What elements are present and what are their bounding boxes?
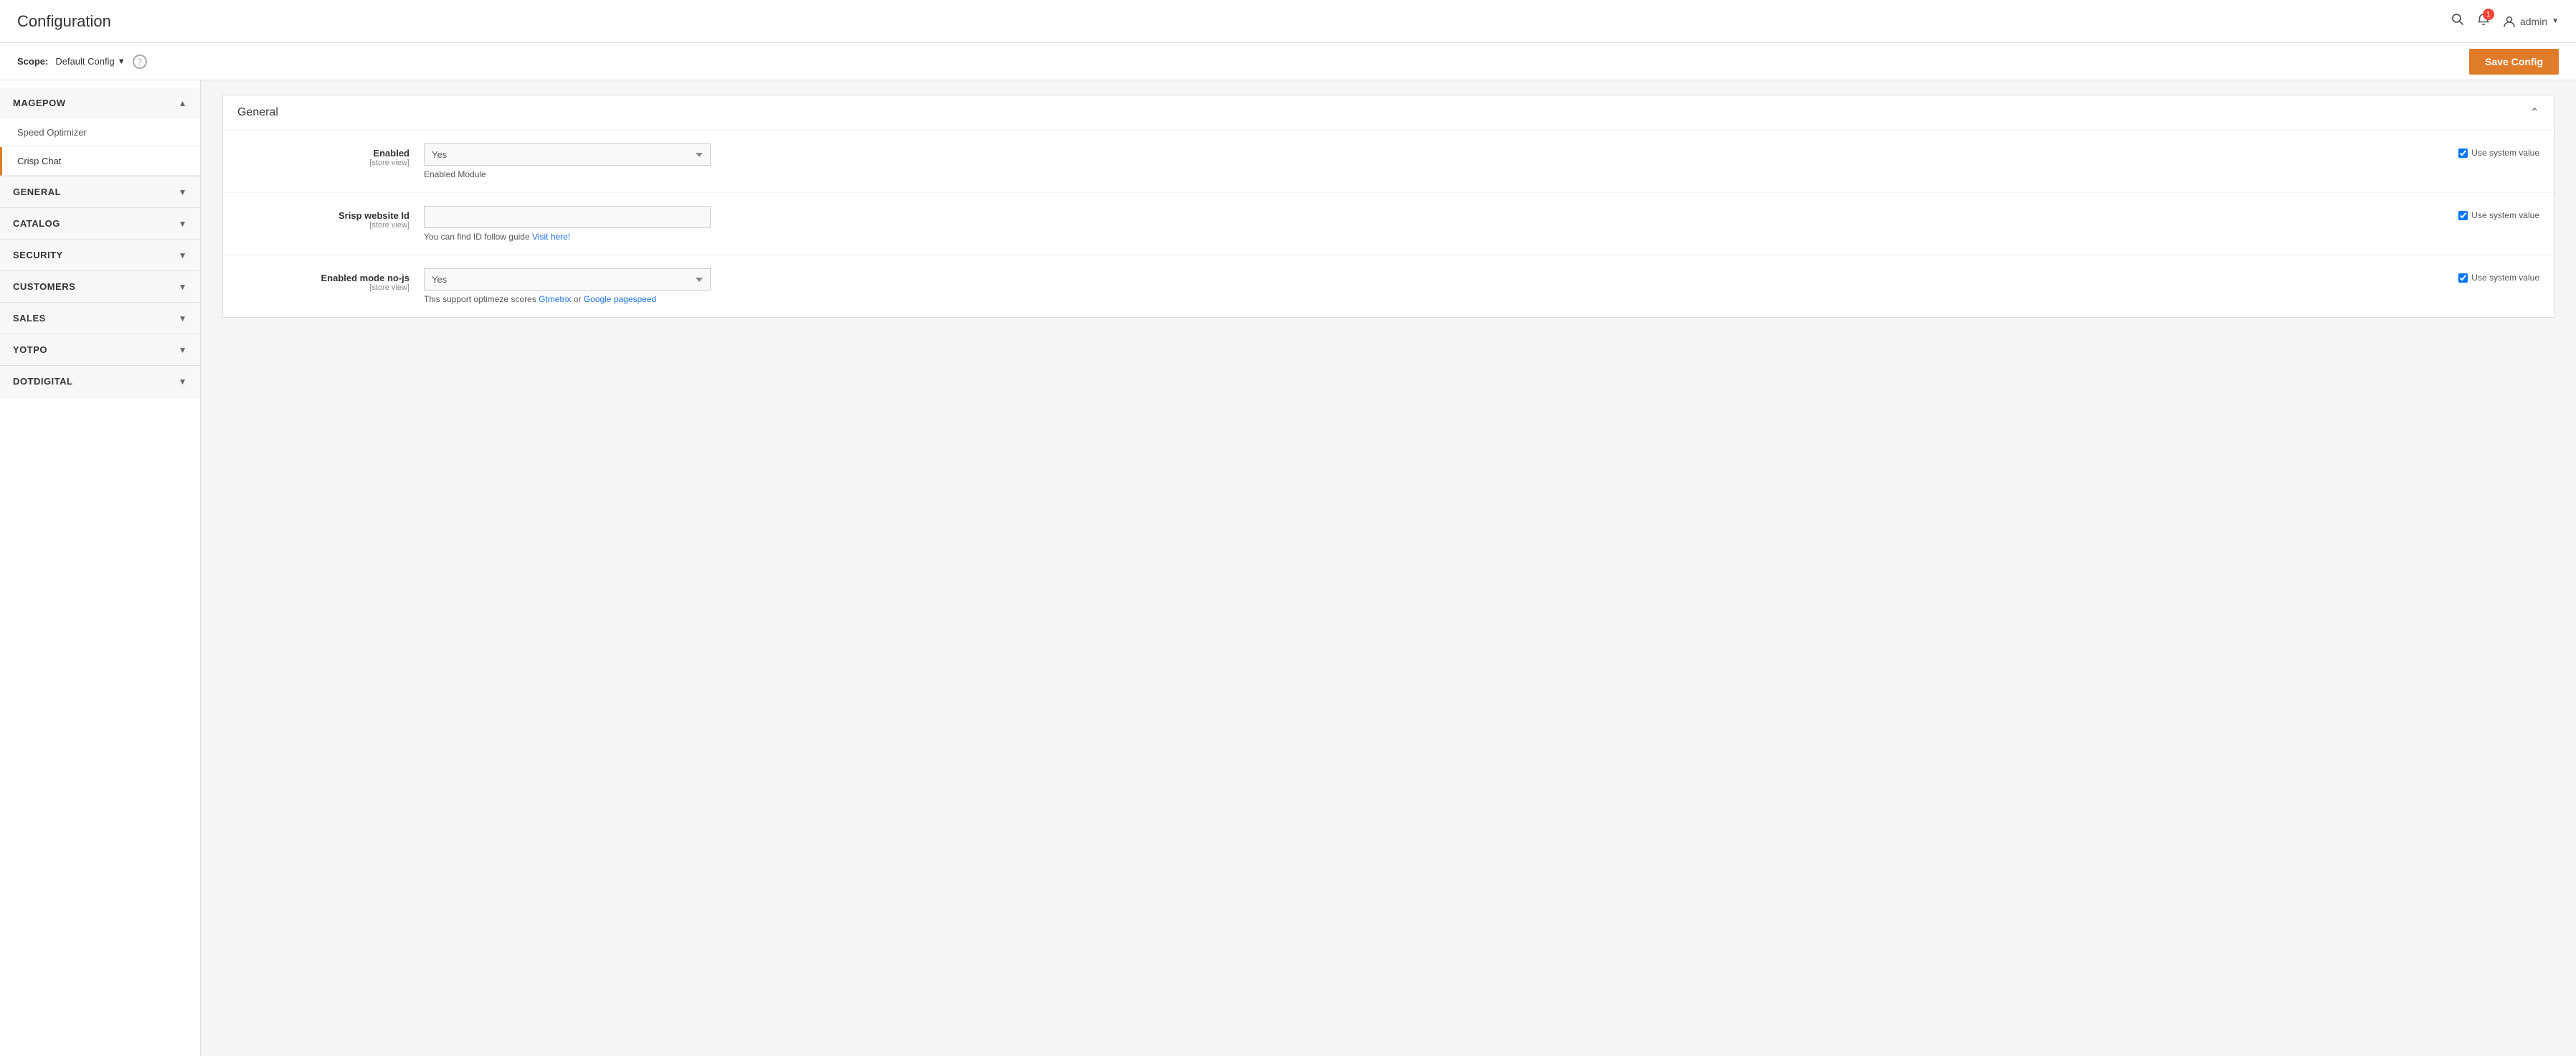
sidebar-section-header-yotpo[interactable]: YOTPO ▼: [0, 334, 200, 365]
yotpo-chevron-icon: ▼: [179, 345, 187, 355]
gtmetrix-link[interactable]: Gtmetrix: [539, 294, 571, 304]
header-actions: 1 admin ▼: [2451, 13, 2559, 29]
enabled-use-system-value[interactable]: Use system value: [2458, 143, 2539, 158]
website-id-input-group: 835d8ee6-a11f-45bd-95a5-d5890cafdd37 You…: [424, 206, 2450, 242]
sidebar-section-sales: SALES ▼: [0, 303, 200, 334]
sidebar-section-magepow: MAGEPOW ▲ Speed Optimizer Crisp Chat: [0, 88, 200, 176]
sidebar-section-security: SECURITY ▼: [0, 240, 200, 271]
website-id-system-label: Use system value: [2471, 210, 2539, 220]
google-pagespeed-link[interactable]: Google pagespeed: [584, 294, 656, 304]
enabled-label-col: Enabled [store view]: [237, 143, 424, 167]
scope-left: Scope: Default Config ▼ ?: [17, 55, 147, 69]
enabled-sub-label: [store view]: [237, 159, 409, 167]
visit-here-link[interactable]: Visit here!: [532, 232, 570, 242]
catalog-chevron-icon: ▼: [179, 219, 187, 229]
security-chevron-icon: ▼: [179, 250, 187, 260]
general-section-title: General: [237, 106, 278, 119]
website-id-row: Srisp website Id [store view] 835d8ee6-a…: [223, 193, 2554, 255]
general-chevron-icon: ▼: [179, 187, 187, 197]
sidebar-section-header-security[interactable]: SECURITY ▼: [0, 240, 200, 270]
customers-chevron-icon: ▼: [179, 282, 187, 292]
website-id-system-checkbox[interactable]: [2458, 211, 2468, 220]
nojs-sub-label: [store view]: [237, 283, 409, 292]
header: Configuration 1 admin ▼: [0, 0, 2576, 43]
nojs-use-system-value[interactable]: Use system value: [2458, 268, 2539, 283]
sidebar-section-dotdigital: DOTDIGITAL ▼: [0, 366, 200, 397]
website-id-hint: You can find ID follow guide Visit here!: [424, 232, 2450, 242]
enabled-input-group: Yes No Enabled Module: [424, 143, 2450, 179]
scope-label: Scope:: [17, 56, 48, 67]
admin-label: admin: [2520, 16, 2547, 27]
help-icon[interactable]: ?: [133, 55, 147, 69]
dotdigital-chevron-icon: ▼: [179, 377, 187, 387]
sidebar-section-header-magepow[interactable]: MAGEPOW ▲: [0, 88, 200, 118]
enabled-label: Enabled: [237, 148, 409, 159]
scope-value: Default Config: [55, 56, 114, 67]
magepow-chevron-icon: ▲: [179, 98, 187, 108]
sidebar-section-header-general[interactable]: GENERAL ▼: [0, 176, 200, 207]
nojs-select[interactable]: Yes No: [424, 268, 711, 291]
sidebar-section-yotpo: YOTPO ▼: [0, 334, 200, 366]
scope-select[interactable]: Default Config ▼: [55, 56, 125, 67]
nojs-hint: This support optimeze scores Gtmetrix or…: [424, 294, 2450, 304]
enabled-system-checkbox[interactable]: [2458, 148, 2468, 158]
content-area: General ⌃ Enabled [store view] Yes No En…: [201, 80, 2576, 1056]
enabled-system-label: Use system value: [2471, 148, 2539, 158]
sales-chevron-icon: ▼: [179, 314, 187, 324]
search-icon[interactable]: [2451, 13, 2464, 29]
sidebar: MAGEPOW ▲ Speed Optimizer Crisp Chat GEN…: [0, 80, 201, 1056]
scope-bar: Scope: Default Config ▼ ? Save Config: [0, 43, 2576, 80]
enabled-control-col: Yes No Enabled Module Use system value: [424, 143, 2539, 179]
nojs-row: Enabled mode no-js [store view] Yes No T…: [223, 255, 2554, 317]
enabled-select[interactable]: Yes No: [424, 143, 711, 166]
website-id-label-col: Srisp website Id [store view]: [237, 206, 424, 230]
admin-menu[interactable]: admin ▼: [2503, 15, 2559, 28]
general-section-header: General ⌃: [223, 95, 2554, 131]
notifications-icon[interactable]: 1: [2477, 13, 2490, 29]
enabled-hint: Enabled Module: [424, 169, 2450, 179]
nojs-input-group: Yes No This support optimeze scores Gtme…: [424, 268, 2450, 304]
nojs-control-col: Yes No This support optimeze scores Gtme…: [424, 268, 2539, 304]
sidebar-section-general: GENERAL ▼: [0, 176, 200, 208]
sidebar-item-crisp-chat[interactable]: Crisp Chat: [0, 147, 200, 176]
sidebar-section-header-sales[interactable]: SALES ▼: [0, 303, 200, 334]
sidebar-section-header-customers[interactable]: CUSTOMERS ▼: [0, 271, 200, 302]
collapse-button[interactable]: ⌃: [2530, 105, 2539, 120]
sidebar-section-header-catalog[interactable]: CATALOG ▼: [0, 208, 200, 239]
nojs-label-col: Enabled mode no-js [store view]: [237, 268, 424, 292]
general-section-card: General ⌃ Enabled [store view] Yes No En…: [222, 95, 2554, 318]
nojs-system-checkbox[interactable]: [2458, 273, 2468, 283]
website-id-input[interactable]: 835d8ee6-a11f-45bd-95a5-d5890cafdd37: [424, 206, 711, 228]
main-content: MAGEPOW ▲ Speed Optimizer Crisp Chat GEN…: [0, 80, 2576, 1056]
website-id-label: Srisp website Id: [237, 210, 409, 221]
website-id-use-system-value[interactable]: Use system value: [2458, 206, 2539, 220]
nojs-label: Enabled mode no-js: [237, 273, 409, 283]
scope-dropdown-icon: ▼: [118, 57, 126, 66]
enabled-row: Enabled [store view] Yes No Enabled Modu…: [223, 131, 2554, 193]
website-id-sub-label: [store view]: [237, 221, 409, 230]
admin-chevron-icon: ▼: [2552, 17, 2559, 25]
sidebar-section-catalog: CATALOG ▼: [0, 208, 200, 240]
page-title: Configuration: [17, 12, 111, 31]
nojs-system-label: Use system value: [2471, 273, 2539, 283]
notification-count: 1: [2483, 9, 2494, 20]
sidebar-section-customers: CUSTOMERS ▼: [0, 271, 200, 303]
sidebar-item-speed-optimizer[interactable]: Speed Optimizer: [0, 118, 200, 147]
website-id-control-col: 835d8ee6-a11f-45bd-95a5-d5890cafdd37 You…: [424, 206, 2539, 242]
save-config-button[interactable]: Save Config: [2469, 49, 2559, 75]
sidebar-section-header-dotdigital[interactable]: DOTDIGITAL ▼: [0, 366, 200, 397]
